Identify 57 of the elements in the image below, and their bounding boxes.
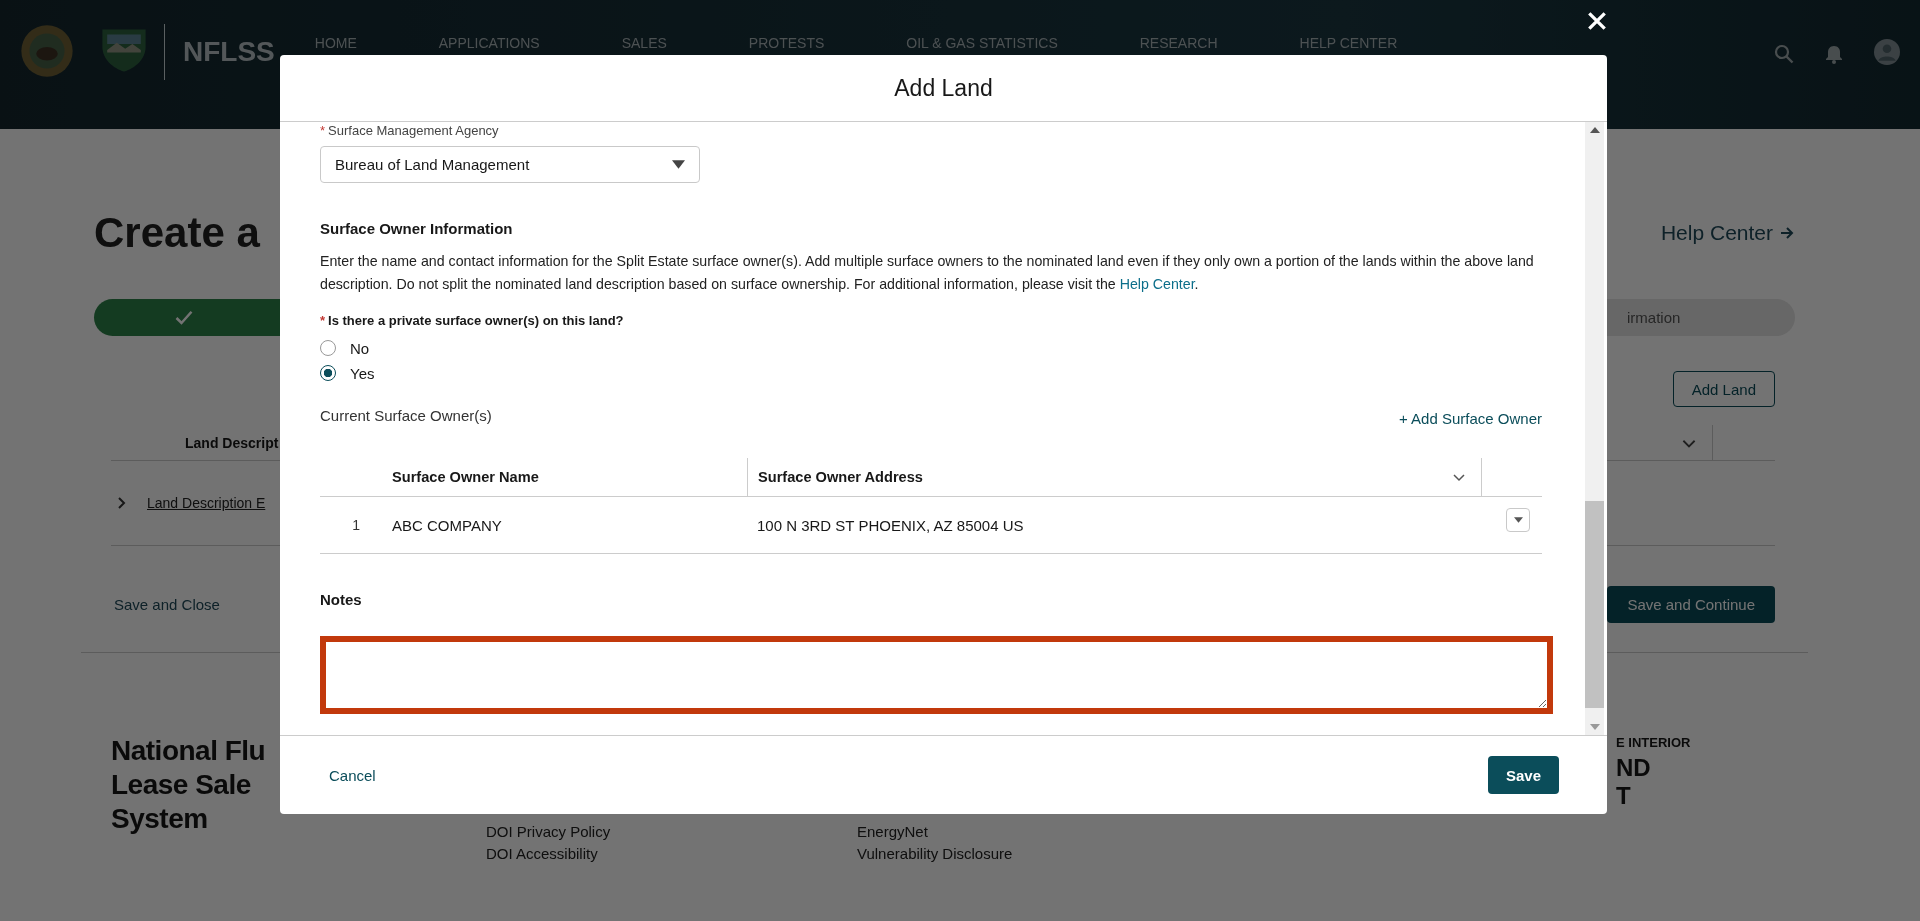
agency-select[interactable]: Bureau of Land Management [320, 146, 700, 183]
table-cell-text: 100 N 3RD ST PHOENIX, AZ 85004 US [756, 516, 1025, 534]
table-cell-text: ABC COMPANY [392, 516, 503, 534]
add-land-button[interactable]: Add Land [1672, 371, 1775, 407]
nav-link[interactable]: PROTESTS [748, 35, 825, 51]
scroll-up-arrow-icon[interactable] [1589, 127, 1600, 133]
agency-name-line: T [1616, 784, 1631, 808]
description-text: Enter the name and contact information for the Split Estate surface owner(s). Add multiple surface owners to the nominated land even if they only own a portion of the lands within the above land description. Do not split the nominated land description based on surface ownership. For additional information, please visit the Help Center. [320, 252, 1535, 294]
owners-label: Current Surface Owner(s) [320, 407, 492, 426]
brand-name[interactable]: NFLSS [183, 36, 275, 68]
arrow-right-icon [1779, 225, 1795, 241]
footer-title-line: System [111, 802, 208, 836]
land-description-link[interactable]: Land Description E [147, 495, 266, 511]
agency-name-line: E INTERIOR [1616, 734, 1691, 752]
scroll-down-arrow-icon[interactable] [1589, 724, 1600, 730]
question-label: Is there a private surface owner(s) on this land? [328, 313, 624, 328]
required-mark: * [320, 313, 326, 328]
footer-link[interactable]: EnergyNet [857, 821, 928, 843]
nav-link[interactable]: APPLICATIONS [438, 35, 540, 51]
agency-name-line: ND [1616, 756, 1651, 780]
cancel-link[interactable]: Cancel [329, 766, 376, 784]
radio-button[interactable] [320, 365, 336, 381]
help-center-link[interactable]: Help Center [1119, 276, 1195, 292]
notes-field[interactable] [320, 636, 1553, 714]
help-center-link[interactable]: Help Center [1660, 221, 1795, 245]
row-actions-button[interactable] [1506, 508, 1530, 532]
column-header: Surface Owner Name [392, 468, 540, 485]
add-surface-owner-link[interactable]: + Add Surface Owner [1399, 410, 1542, 428]
nav-link[interactable]: HELP CENTER [1299, 35, 1398, 51]
step-label: irmation [1627, 309, 1681, 326]
save-and-continue-button[interactable]: Save and Continue [1607, 586, 1775, 623]
column-header: Land Descript [185, 434, 279, 451]
nav-link[interactable]: HOME [314, 35, 357, 51]
footer-title-line: National Flu [111, 734, 266, 768]
dialog-title: Add Land [894, 74, 993, 102]
row-number: 1 [351, 517, 361, 533]
dropdown-triangle-icon [1513, 517, 1523, 523]
radio-label[interactable]: Yes [350, 364, 375, 382]
scrollbar[interactable] [1585, 122, 1604, 735]
nav-link[interactable]: RESEARCH [1139, 35, 1218, 51]
save-and-close-link[interactable]: Save and Close [114, 596, 220, 613]
required-mark: * [320, 123, 326, 138]
section-title: Surface Owner Information [320, 220, 514, 238]
field-label: Surface Management Agency [328, 123, 499, 138]
dropdown-triangle-icon [672, 160, 685, 169]
footer-link[interactable]: DOI Privacy Policy [486, 821, 611, 843]
footer-title-line: Lease Sale [111, 768, 251, 802]
nav-link[interactable]: OIL & GAS STATISTICS [906, 35, 1058, 51]
column-header: Surface Owner Address [747, 457, 1481, 496]
radio-label[interactable]: No [350, 339, 370, 357]
nav-link[interactable]: SALES [621, 35, 667, 51]
footer-link[interactable]: Vulnerability Disclosure [857, 843, 1013, 865]
close-icon[interactable] [1586, 10, 1608, 32]
page-title: Create a [94, 209, 260, 257]
footer-link[interactable]: DOI Accessibility [486, 843, 598, 865]
notes-label: Notes [320, 591, 363, 609]
save-button[interactable]: Save [1487, 756, 1559, 794]
